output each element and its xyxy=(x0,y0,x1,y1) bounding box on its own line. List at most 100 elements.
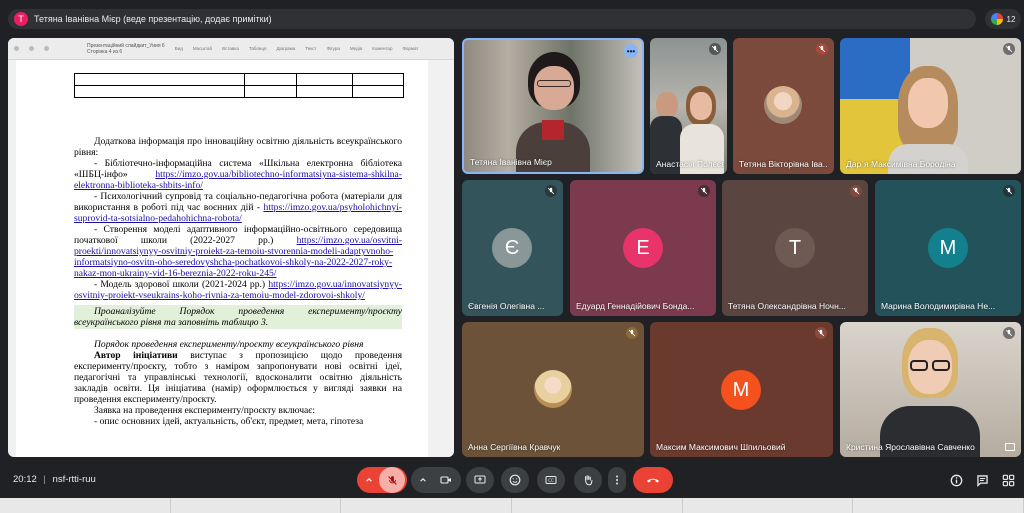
participant-tile[interactable]: Кристина Ярославівна Савченко xyxy=(840,322,1021,457)
document-title: Презентаційний слайдкит_Уиия 6 Сторінка … xyxy=(87,42,165,55)
participant-name: Кристина Ярославівна Савченко xyxy=(846,442,975,452)
toolbar-tool: Діаграма xyxy=(276,46,296,51)
participant-tile[interactable]: Е Едуард Геннадійович Бонда... xyxy=(570,180,716,316)
meeting-details-button[interactable] xyxy=(949,473,963,487)
doc-paragraph: Додаткова інформація про інноваційну осв… xyxy=(74,136,402,158)
doc-section-heading: Порядок проведення експерименту/проєкту … xyxy=(94,339,364,350)
muted-mic-icon xyxy=(1003,43,1015,55)
participant-name: Тетяна Вікторівна Іва... xyxy=(739,159,828,169)
mic-off-button[interactable] xyxy=(379,467,405,493)
participant-avatar: Е xyxy=(623,228,663,268)
participant-tile[interactable]: Анна Сергіївна Кравчук xyxy=(462,322,644,457)
more-options-button[interactable] xyxy=(608,467,626,493)
camera-options-chevron-icon[interactable] xyxy=(413,476,433,484)
muted-mic-icon xyxy=(1003,327,1015,339)
doc-paragraph: - Модель здорової школи (2021-2024 рр.) … xyxy=(74,279,402,301)
shared-presentation[interactable]: Презентаційний слайдкит_Уиия 6 Сторінка … xyxy=(8,38,454,457)
muted-mic-icon xyxy=(850,185,862,197)
more-options-icon[interactable]: ••• xyxy=(624,44,638,58)
muted-mic-icon xyxy=(626,327,638,339)
hang-up-icon xyxy=(647,478,659,483)
participant-video xyxy=(516,52,590,172)
participant-name: Максим Максимович Шпильовий xyxy=(656,442,786,452)
meeting-code: nsf-rtti-ruu xyxy=(52,474,96,485)
clock-time: 20:12 xyxy=(13,474,37,485)
toolbar-tool: Масштаб xyxy=(192,46,213,51)
info-icon xyxy=(950,474,962,486)
participant-video xyxy=(880,328,980,457)
window-minimize-dot xyxy=(29,46,34,51)
participant-avatar: М xyxy=(721,370,761,410)
separator: | xyxy=(43,474,46,485)
participants-icon xyxy=(990,13,1003,25)
pin-icon[interactable] xyxy=(1005,443,1015,451)
muted-mic-icon xyxy=(815,327,827,339)
doc-table xyxy=(74,73,404,98)
reactions-button[interactable] xyxy=(501,467,529,493)
toolbar-tool: Текст xyxy=(305,46,317,51)
present-icon xyxy=(474,475,486,484)
muted-mic-icon xyxy=(698,185,710,197)
doc-paragraph: - Створення моделі адаптивного інформаці… xyxy=(74,224,402,279)
muted-mic-icon xyxy=(816,43,828,55)
document-toolbar: Презентаційний слайдкит_Уиия 6 Сторінка … xyxy=(8,38,454,60)
toolbar-tool: Вставка xyxy=(222,46,239,51)
svg-text:CC: CC xyxy=(548,478,554,483)
activities-button[interactable] xyxy=(1001,473,1015,487)
doc-paragraph: Автор ініціативи виступає з пропозицією … xyxy=(74,350,402,405)
meeting-controls-bar: 20:12 | nsf-rtti-ruu CC xyxy=(0,462,1024,498)
presentation-title: Тетяна Іванівна Мієр (веде презентацію, … xyxy=(34,14,272,24)
hand-icon xyxy=(585,475,593,486)
participants-button[interactable]: 12 xyxy=(985,9,1021,29)
toolbar-tool: Коментар xyxy=(372,46,393,51)
underlying-window-strip xyxy=(0,498,1024,513)
participant-photo xyxy=(534,370,572,408)
participant-name: Дар`я Максимівна Бородіна xyxy=(846,159,956,169)
presentation-banner[interactable]: Т Тетяна Іванівна Мієр (веде презентацію… xyxy=(8,9,976,29)
doc-paragraph: - Психологічний супровід та соціально-пе… xyxy=(74,191,402,224)
doc-paragraph: - опис основних ідей, актуальність, об'є… xyxy=(94,416,364,427)
muted-mic-icon xyxy=(545,185,557,197)
participant-tile[interactable]: Анастасія Полєєва xyxy=(650,38,727,174)
participant-name: Анна Сергіївна Кравчук xyxy=(468,442,561,452)
participant-tile[interactable]: ••• Тетяна Іванівна Мієр xyxy=(462,38,644,174)
camera-control-group xyxy=(411,467,461,493)
participant-name: Тетяна Іванівна Мієр xyxy=(470,157,552,167)
camera-button[interactable] xyxy=(433,475,459,485)
toolbar-tool: Вид xyxy=(174,46,183,51)
chat-button[interactable] xyxy=(975,473,989,487)
activities-icon xyxy=(1002,474,1014,486)
doc-task-highlight: Проаналізуйте Порядок проведення експери… xyxy=(74,305,402,329)
participant-tile[interactable]: Тетяна Вікторівна Іва... xyxy=(733,38,834,174)
muted-mic-icon xyxy=(1003,185,1015,197)
participant-name: Едуард Геннадійович Бонда... xyxy=(576,301,695,311)
window-maximize-dot xyxy=(44,46,49,51)
participant-tile[interactable]: Т Тетяна Олександрівна Ночн... xyxy=(722,180,868,316)
document-margin xyxy=(429,60,454,457)
mic-control-group xyxy=(357,467,407,493)
captions-button[interactable]: CC xyxy=(537,467,565,493)
participant-avatar: Т xyxy=(775,228,815,268)
participant-tile[interactable]: Дар`я Максимівна Бородіна xyxy=(840,38,1021,174)
meeting-info: 20:12 | nsf-rtti-ruu xyxy=(13,474,96,485)
document-page: Додаткова інформація про інноваційну осв… xyxy=(16,60,428,457)
mic-options-chevron-icon[interactable] xyxy=(359,476,379,484)
participant-tile[interactable]: Є Євгенія Олегівна ... xyxy=(462,180,563,316)
raise-hand-button[interactable] xyxy=(574,467,602,493)
participant-tile[interactable]: М Марина Володимирівна Не... xyxy=(875,180,1021,316)
present-screen-button[interactable] xyxy=(466,467,494,493)
emoji-icon xyxy=(509,474,521,486)
doc-paragraph: Заявка на проведення експерименту/проєкт… xyxy=(94,405,316,416)
window-close-dot xyxy=(14,46,19,51)
chat-icon xyxy=(976,474,988,487)
participant-name: Анастасія Полєєва xyxy=(656,159,724,169)
participant-name: Марина Володимирівна Не... xyxy=(881,301,996,311)
participant-name: Тетяна Олександрівна Ночн... xyxy=(728,301,846,311)
toolbar-tool: Медіа xyxy=(349,46,363,51)
toolbar-tool: Формат xyxy=(402,46,419,51)
participants-count: 12 xyxy=(1006,14,1016,24)
participant-tile[interactable]: М Максим Максимович Шпильовий xyxy=(650,322,833,457)
presenter-avatar: Т xyxy=(14,12,28,26)
doc-paragraph: - Бібліотечно-інформаційна система «Шкіл… xyxy=(74,158,402,191)
leave-call-button[interactable] xyxy=(633,467,673,493)
